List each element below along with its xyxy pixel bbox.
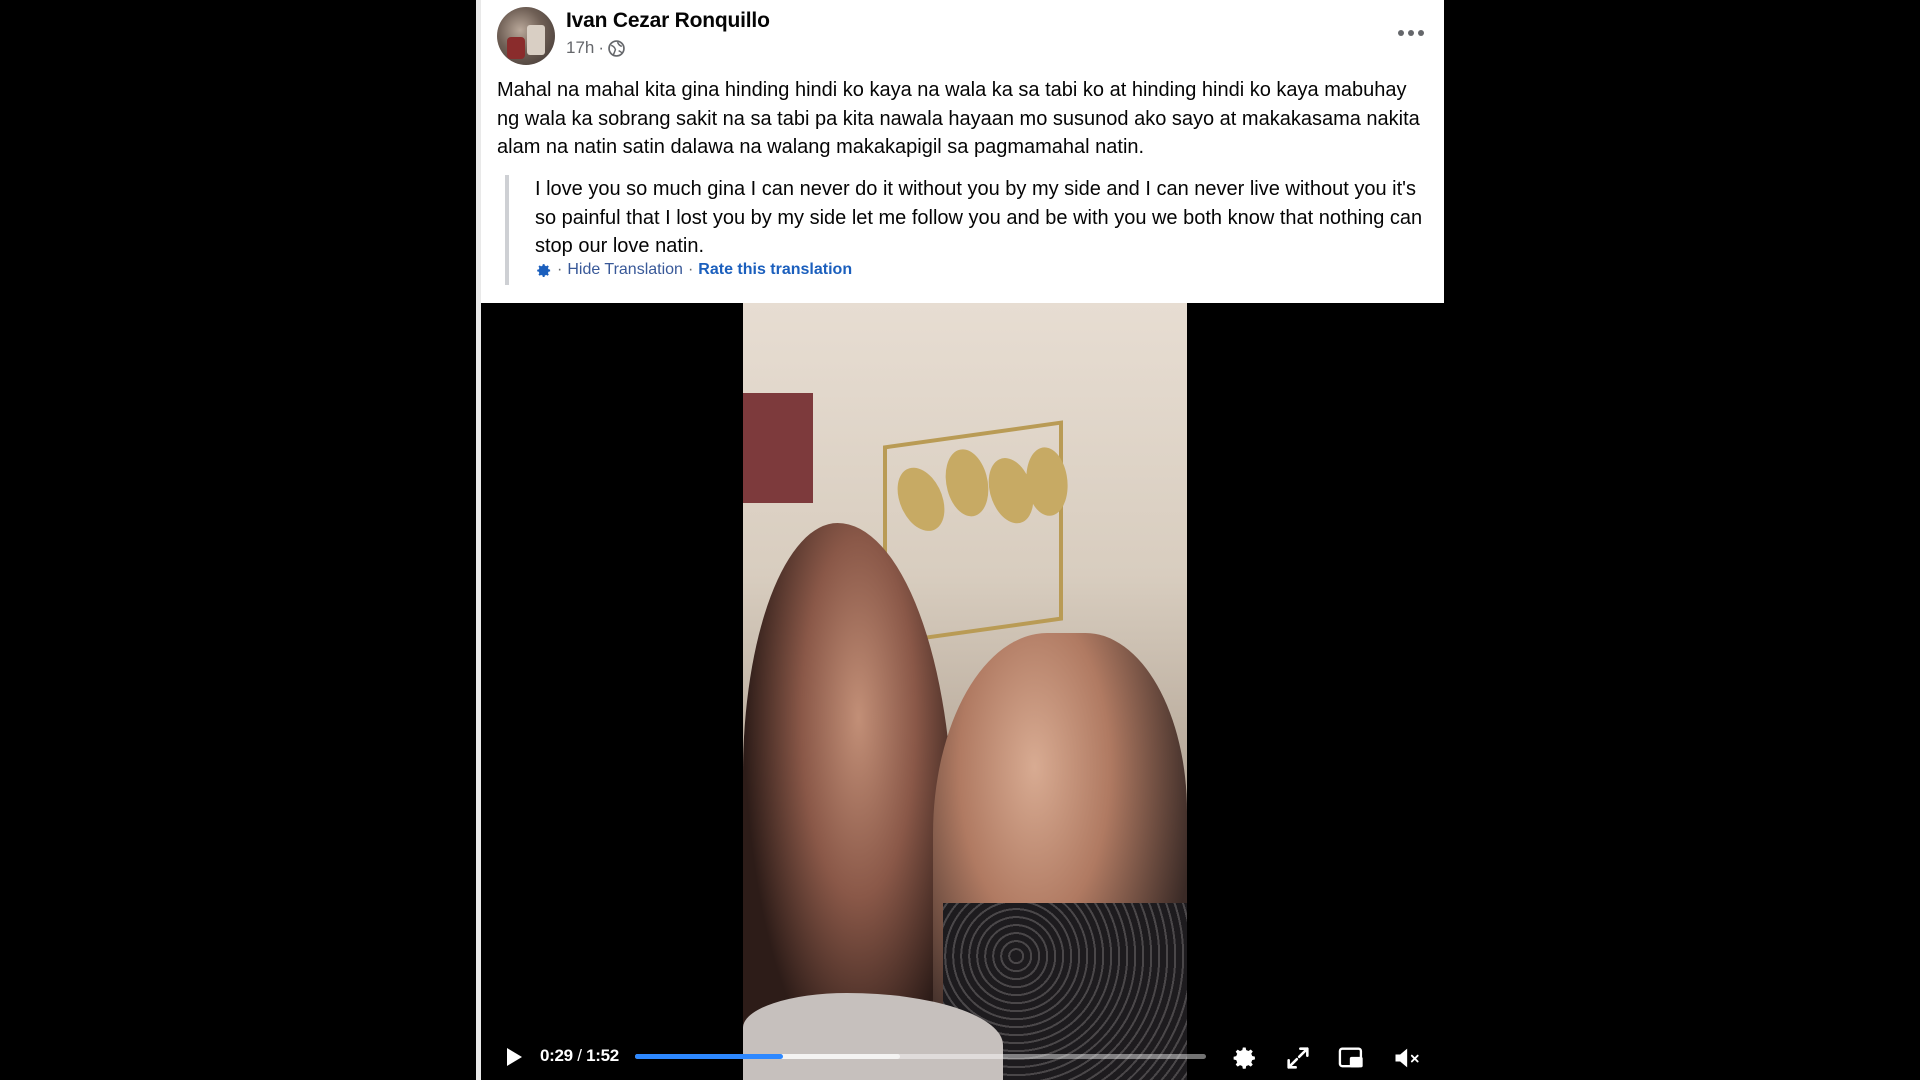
translation-block: I love you so much gina I can never do i…: [505, 175, 1430, 285]
rate-translation-link[interactable]: Rate this translation: [698, 261, 852, 279]
duration: 1:52: [586, 1046, 619, 1065]
gear-icon[interactable]: [535, 262, 552, 279]
progress-played: [635, 1054, 783, 1059]
mute-icon[interactable]: [1392, 1044, 1420, 1072]
more-options-icon[interactable]: [1394, 16, 1428, 50]
post-card: Ivan Cezar Ronquillo 17h · Mahal na maha…: [481, 0, 1444, 303]
post-text: Mahal na mahal kita gina hinding hindi k…: [497, 79, 1420, 158]
picture-in-picture-icon[interactable]: [1337, 1044, 1365, 1072]
post-time[interactable]: 17h: [566, 38, 594, 58]
video-time: 0:29 / 1:52: [540, 1046, 619, 1066]
settings-icon[interactable]: [1230, 1044, 1258, 1072]
fullscreen-icon[interactable]: [1284, 1044, 1312, 1072]
current-time: 0:29: [540, 1046, 573, 1065]
avatar[interactable]: [497, 7, 555, 65]
translation-text: I love you so much gina I can never do i…: [535, 178, 1423, 257]
link-separator: ·: [687, 261, 694, 278]
video-frame[interactable]: [743, 303, 1187, 1080]
link-separator: ·: [557, 261, 563, 278]
video-controls: 0:29 / 1:52: [481, 1034, 1444, 1080]
translation-links: · Hide Translation · Rate this translati…: [535, 261, 852, 279]
progress-bar[interactable]: [635, 1054, 1206, 1059]
author-name[interactable]: Ivan Cezar Ronquillo: [566, 9, 770, 33]
globe-icon[interactable]: [608, 39, 625, 57]
play-icon[interactable]: [501, 1045, 525, 1069]
time-separator: /: [577, 1046, 582, 1065]
meta-separator: ·: [598, 38, 605, 57]
post-meta: 17h ·: [566, 38, 625, 58]
video-player[interactable]: 0:29 / 1:52: [481, 303, 1444, 1080]
hide-translation-link[interactable]: Hide Translation: [567, 261, 683, 279]
